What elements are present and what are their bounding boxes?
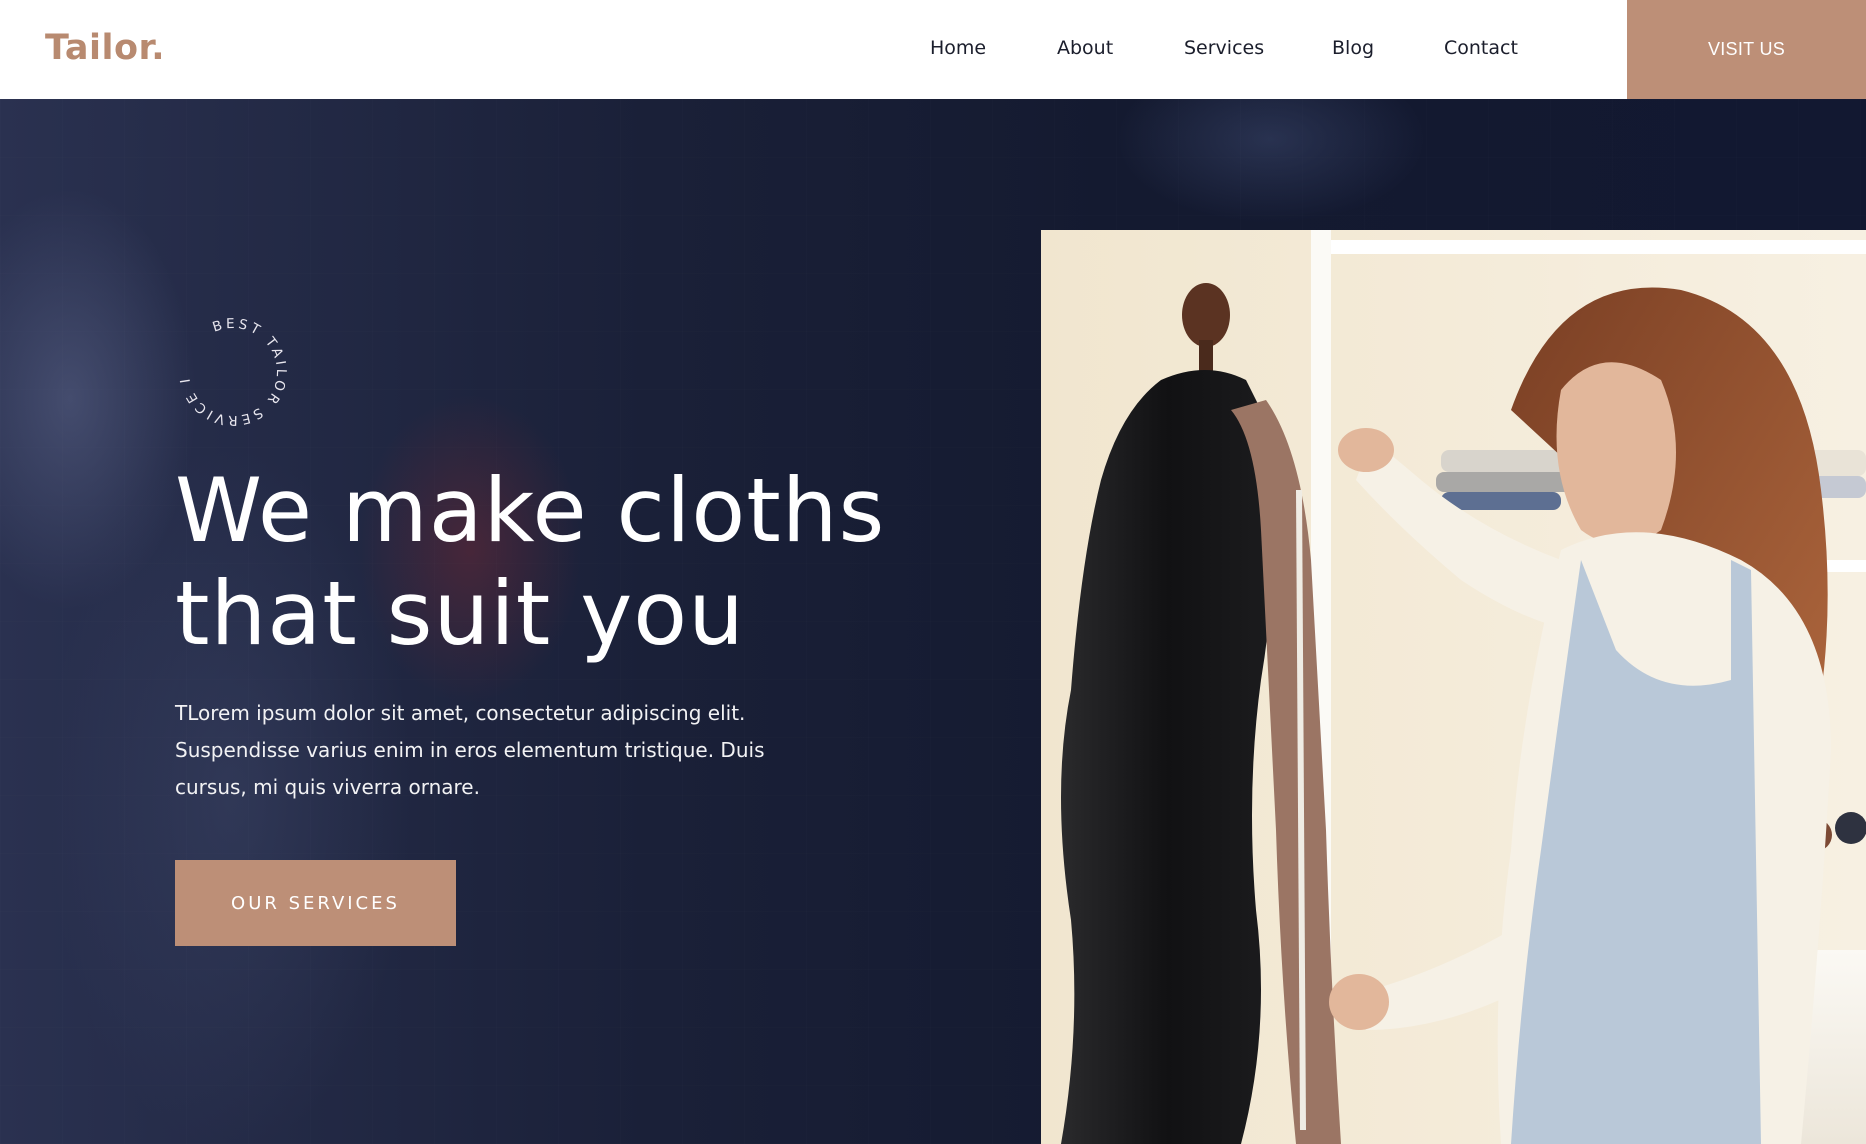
description-line-3: cursus, mi quis viverra ornare. <box>175 775 480 799</box>
circular-badge-graphic: BEST TAILOR SERVICE IN YOUR CITY <box>172 311 289 428</box>
tailor-photo-illustration <box>1041 230 1866 1144</box>
nav-contact[interactable]: Contact <box>1444 37 1518 59</box>
headline-line-2: that suit you <box>175 562 745 665</box>
our-services-button[interactable]: OUR SERVICES <box>175 860 456 946</box>
nav-blog[interactable]: Blog <box>1332 37 1374 59</box>
hero-section: BEST TAILOR SERVICE IN YOUR CITY We make… <box>0 99 1866 1144</box>
nav-services[interactable]: Services <box>1184 37 1264 59</box>
svg-text:BEST TAILOR SERVICE IN YOUR CI: BEST TAILOR SERVICE IN YOUR CITY <box>172 311 289 428</box>
nav-about[interactable]: About <box>1057 37 1113 59</box>
headline-line-1: We make cloths <box>175 459 886 562</box>
main-nav: Home About Services Blog Contact <box>0 0 1866 99</box>
description-line-1: TLorem ipsum dolor sit amet, consectetur… <box>175 701 746 725</box>
hero-description: TLorem ipsum dolor sit amet, consectetur… <box>175 695 795 806</box>
badge-text: BEST TAILOR SERVICE IN YOUR CITY <box>172 311 286 428</box>
hero-headline: We make cloths that suit you <box>175 459 935 665</box>
circular-badge: BEST TAILOR SERVICE IN YOUR CITY <box>172 311 294 433</box>
tailor-photo <box>1041 230 1866 1144</box>
site-header: Tailor. Home About Services Blog Contact… <box>0 0 1866 99</box>
nav-home[interactable]: Home <box>930 37 986 59</box>
visit-us-button[interactable]: VISIT US <box>1627 0 1866 99</box>
description-line-2: Suspendisse varius enim in eros elementu… <box>175 738 765 762</box>
